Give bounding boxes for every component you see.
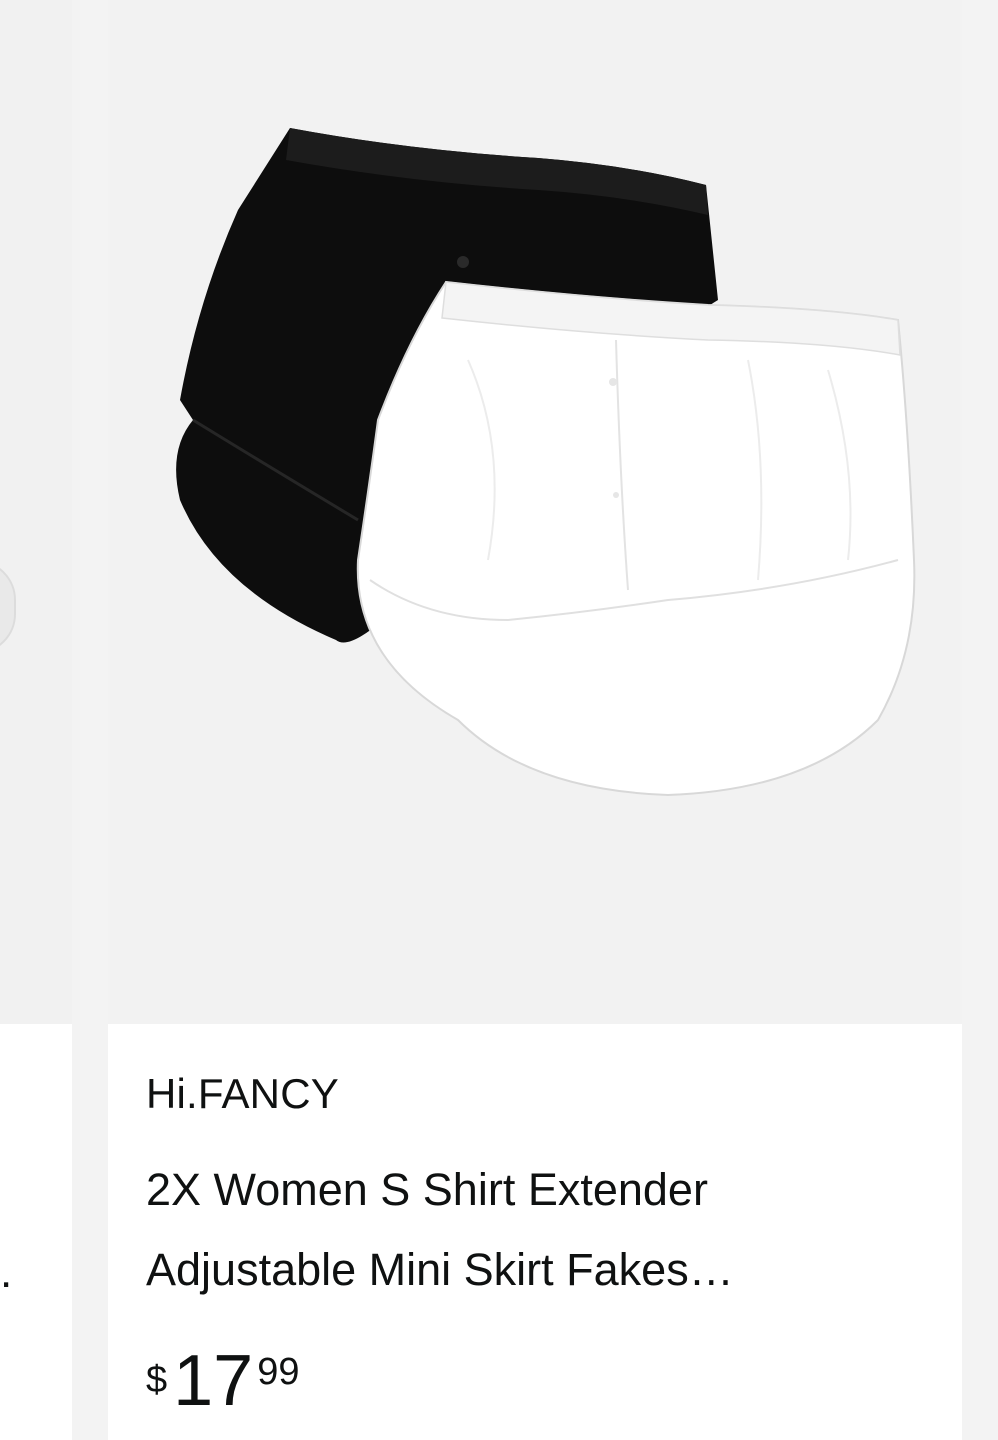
product-image[interactable] [108, 0, 962, 1024]
price-whole: 17 [173, 1341, 254, 1421]
grid-gutter [962, 0, 998, 1440]
product-title-truncated[interactable]: . [0, 1248, 12, 1298]
product-image-previous[interactable] [0, 0, 72, 1024]
product-title[interactable]: 2X Women S Shirt Extender Adjustable Min… [146, 1150, 936, 1310]
product-card[interactable]: Hi.FANCY 2X Women S Shirt Extender Adjus… [108, 0, 962, 1440]
product-image-partial [0, 560, 16, 654]
white-skirt-shape [356, 280, 916, 797]
product-brand: Hi.FANCY [146, 1070, 339, 1117]
white-button-2 [613, 492, 619, 498]
product-title-line-1[interactable]: 2X Women S Shirt Extender [146, 1150, 936, 1230]
product-title-line-2[interactable]: Adjustable Mini Skirt Fakes… [146, 1230, 936, 1310]
product-card-previous[interactable]: . [0, 0, 72, 1440]
price-fraction: 99 [257, 1351, 300, 1393]
white-button [609, 378, 617, 386]
search-results-grid: . Hi.FANCY 2X Women S Shirt Extender Adj… [0, 0, 998, 1440]
black-button [457, 256, 469, 268]
product-price: $ 17 99 [146, 1345, 300, 1417]
price-currency-symbol: $ [146, 1359, 168, 1401]
shirt-extender-image [176, 128, 916, 797]
